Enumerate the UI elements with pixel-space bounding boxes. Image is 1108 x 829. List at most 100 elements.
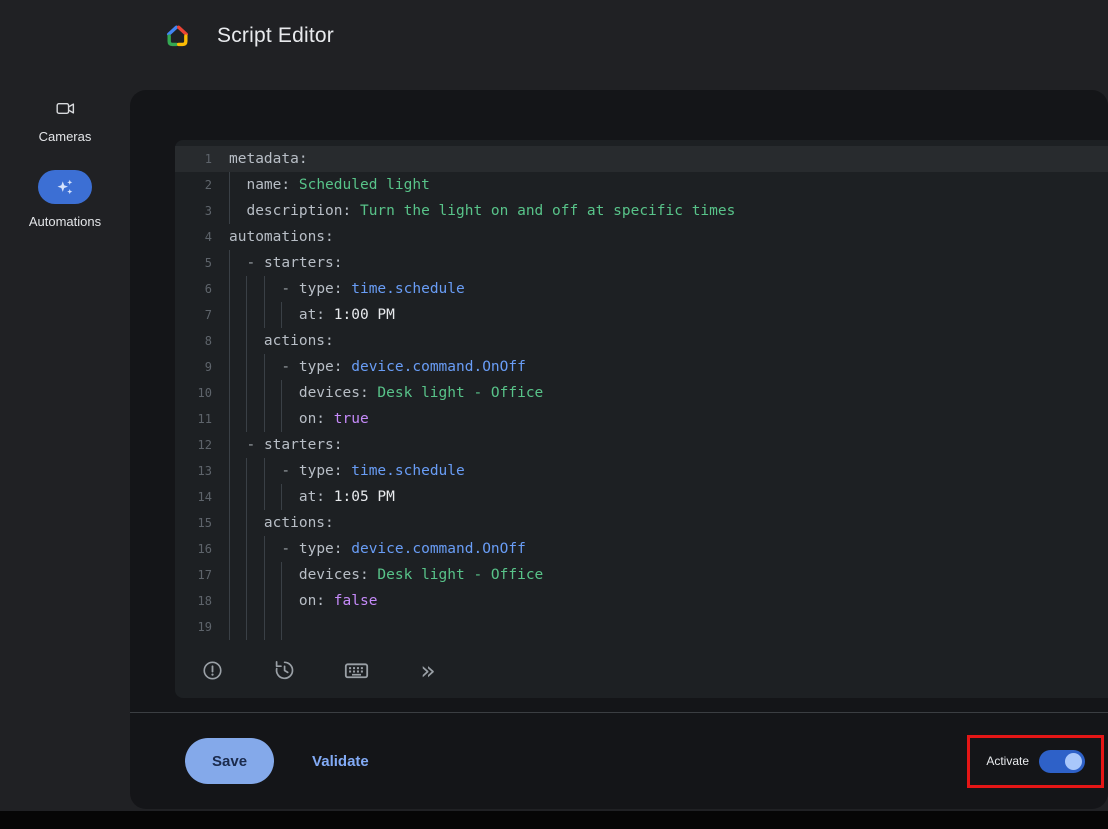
indent-guide: [229, 484, 230, 510]
code-line[interactable]: 2 name: Scheduled light: [175, 172, 1108, 198]
code-line[interactable]: 17 devices: Desk light - Office: [175, 562, 1108, 588]
line-number: 10: [175, 380, 229, 406]
line-number: 2: [175, 172, 229, 198]
indent-guide: [246, 510, 247, 536]
line-number: 8: [175, 328, 229, 354]
line-number: 18: [175, 588, 229, 614]
code-line[interactable]: 8 actions:: [175, 328, 1108, 354]
code-line[interactable]: 7 at: 1:00 PM: [175, 302, 1108, 328]
indent-guide: [246, 380, 247, 406]
indent-guide: [264, 536, 265, 562]
indent-guide: [264, 562, 265, 588]
line-number: 6: [175, 276, 229, 302]
indent-guide: [229, 614, 230, 640]
code-text: automations:: [229, 224, 1108, 250]
line-number: 4: [175, 224, 229, 250]
code-line[interactable]: 15 actions:: [175, 510, 1108, 536]
indent-guide: [281, 406, 282, 432]
indent-guide: [246, 406, 247, 432]
code-text: metadata:: [229, 146, 1108, 172]
indent-guide: [246, 458, 247, 484]
indent-guide: [246, 354, 247, 380]
toggle-knob: [1065, 753, 1082, 770]
sidebar-item-label: Cameras: [39, 129, 92, 144]
indent-guide: [246, 562, 247, 588]
indent-guide: [229, 432, 230, 458]
script-editor-card: 1metadata:2 name: Scheduled light3 descr…: [130, 90, 1108, 809]
sidebar-item-cameras[interactable]: Cameras: [39, 98, 92, 144]
code-line[interactable]: 5 - starters:: [175, 250, 1108, 276]
sidebar-item-automations[interactable]: Automations: [29, 170, 101, 229]
code-text: - type: device.command.OnOff: [229, 354, 1108, 380]
validate-button[interactable]: Validate: [306, 752, 375, 771]
indent-guide: [264, 380, 265, 406]
sidebar-item-label: Automations: [29, 214, 101, 229]
keyboard-icon[interactable]: [337, 651, 375, 689]
indent-guide: [229, 354, 230, 380]
code-line[interactable]: 4automations:: [175, 224, 1108, 250]
page-title: Script Editor: [217, 24, 334, 48]
indent-guide: [281, 562, 282, 588]
indent-guide: [246, 484, 247, 510]
code-line[interactable]: 6 - type: time.schedule: [175, 276, 1108, 302]
code-line[interactable]: 1metadata:: [175, 146, 1108, 172]
indent-guide: [246, 302, 247, 328]
line-number: 9: [175, 354, 229, 380]
indent-guide: [281, 614, 282, 640]
code-text: actions:: [229, 328, 1108, 354]
indent-guide: [264, 354, 265, 380]
line-number: 12: [175, 432, 229, 458]
code-area[interactable]: 1metadata:2 name: Scheduled light3 descr…: [175, 140, 1108, 642]
code-text: - type: device.command.OnOff: [229, 536, 1108, 562]
active-pill: [38, 170, 92, 204]
code-line[interactable]: 18 on: false: [175, 588, 1108, 614]
line-number: 11: [175, 406, 229, 432]
indent-guide: [246, 536, 247, 562]
code-text: devices: Desk light - Office: [229, 562, 1108, 588]
indent-guide: [264, 302, 265, 328]
code-line[interactable]: 9 - type: device.command.OnOff: [175, 354, 1108, 380]
indent-guide: [229, 198, 230, 224]
indent-guide: [229, 380, 230, 406]
code-text: - starters:: [229, 432, 1108, 458]
activate-toggle[interactable]: [1039, 750, 1085, 773]
code-line[interactable]: 11 on: true: [175, 406, 1108, 432]
code-text: description: Turn the light on and off a…: [229, 198, 1108, 224]
code-line[interactable]: 13 - type: time.schedule: [175, 458, 1108, 484]
indent-guide: [229, 250, 230, 276]
indent-guide: [264, 484, 265, 510]
line-number: 19: [175, 614, 229, 640]
problems-icon[interactable]: [193, 651, 231, 689]
code-line[interactable]: 14 at: 1:05 PM: [175, 484, 1108, 510]
editor-toolbar: »: [175, 642, 1108, 698]
activate-label: Activate: [986, 754, 1029, 768]
editor-footer: Save Validate Activate: [130, 712, 1108, 809]
code-text: devices: Desk light - Office: [229, 380, 1108, 406]
code-text: at: 1:05 PM: [229, 484, 1108, 510]
indent-guide: [229, 406, 230, 432]
code-text: name: Scheduled light: [229, 172, 1108, 198]
code-line[interactable]: 16 - type: device.command.OnOff: [175, 536, 1108, 562]
more-tools-icon[interactable]: »: [409, 651, 447, 689]
code-line[interactable]: 3 description: Turn the light on and off…: [175, 198, 1108, 224]
save-button[interactable]: Save: [185, 738, 274, 784]
indent-guide: [281, 484, 282, 510]
indent-guide: [264, 458, 265, 484]
indent-guide: [246, 588, 247, 614]
sparkle-icon: [54, 177, 75, 198]
indent-guide: [264, 276, 265, 302]
code-line[interactable]: 12 - starters:: [175, 432, 1108, 458]
line-number: 3: [175, 198, 229, 224]
sidebar: Cameras Automations: [0, 72, 130, 229]
code-line[interactable]: 19: [175, 614, 1108, 640]
camera-icon: [55, 98, 76, 119]
indent-guide: [246, 276, 247, 302]
code-line[interactable]: 10 devices: Desk light - Office: [175, 380, 1108, 406]
code-text: [229, 614, 1108, 640]
history-icon[interactable]: [265, 651, 303, 689]
line-number: 7: [175, 302, 229, 328]
indent-guide: [246, 614, 247, 640]
line-number: 16: [175, 536, 229, 562]
code-text: on: false: [229, 588, 1108, 614]
indent-guide: [229, 536, 230, 562]
